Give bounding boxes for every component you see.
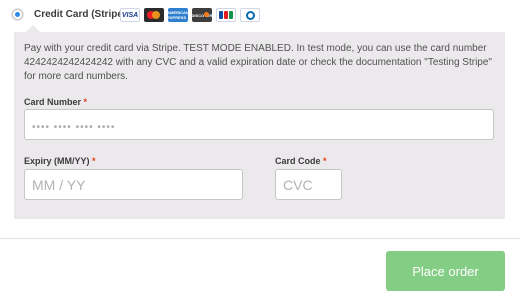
card-number-input[interactable] <box>24 109 494 140</box>
required-mark: * <box>323 156 327 166</box>
amex-icon: AMERICAN EXPRESS <box>168 8 188 22</box>
payment-box: Pay with your credit card via Stripe. TE… <box>14 25 505 219</box>
payment-method-label[interactable]: Credit Card (Stripe) <box>34 9 126 20</box>
expiry-input[interactable] <box>24 169 243 200</box>
payment-method-stripe[interactable]: Credit Card (Stripe) VISA AMERICAN EXPRE… <box>0 0 520 32</box>
payment-method-radio[interactable] <box>12 9 23 20</box>
payment-description: Pay with your credit card via Stripe. TE… <box>24 43 492 82</box>
required-mark: * <box>83 97 88 107</box>
discover-icon: DISCOVER <box>192 8 212 22</box>
card-number-label: Card Number * <box>24 97 87 107</box>
required-mark: * <box>92 156 96 166</box>
jcb-icon <box>216 8 236 22</box>
card-number-label-text: Card Number <box>24 97 82 107</box>
card-code-label-text: Card Code <box>275 156 321 166</box>
diners-club-icon <box>240 8 260 22</box>
mastercard-icon <box>144 8 164 22</box>
divider <box>0 238 520 239</box>
visa-icon: VISA <box>120 8 140 22</box>
expiry-label-text: Expiry (MM/YY) <box>24 156 90 166</box>
place-order-button[interactable]: Place order <box>386 251 505 291</box>
card-code-input[interactable] <box>275 169 342 200</box>
expiry-label: Expiry (MM/YY) * <box>24 156 96 166</box>
card-code-label: Card Code * <box>275 156 327 166</box>
